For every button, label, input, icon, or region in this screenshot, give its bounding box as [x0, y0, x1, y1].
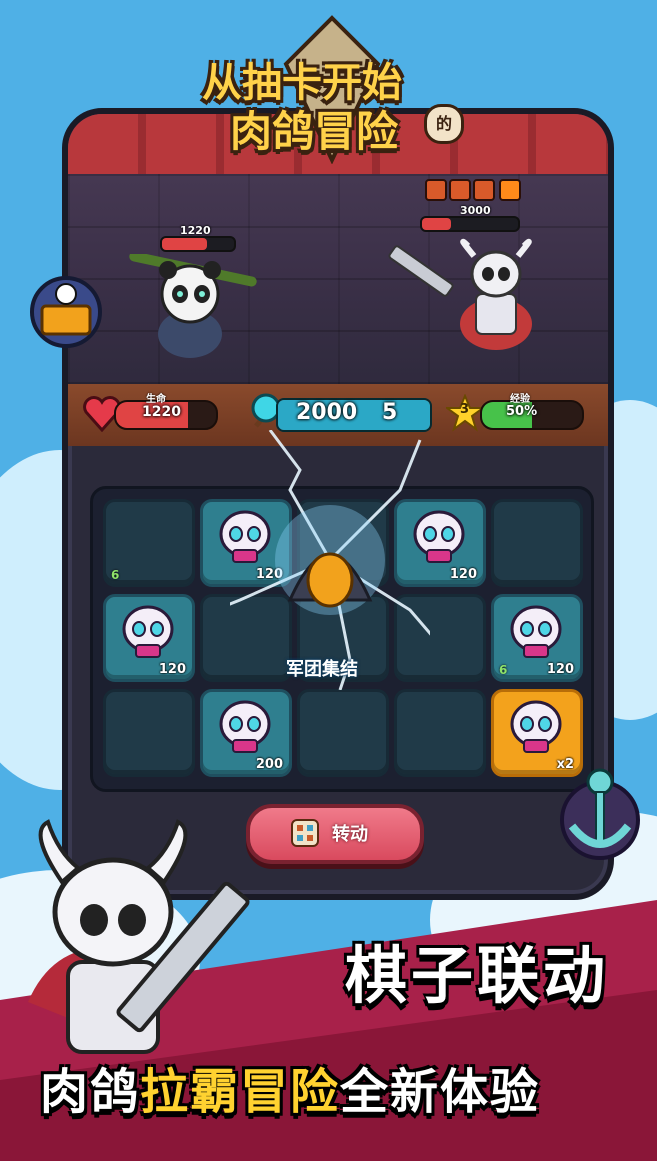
cell-value: 120: [158, 662, 186, 677]
promo-sub-a: 肉鸽: [40, 1064, 141, 1120]
hp-caption: 生命: [146, 394, 166, 405]
legion-gather-effect: [230, 430, 430, 690]
game-screen: 1220 3000 生命 1220 2000 5 3 经验 50% 6 120 …: [0, 0, 657, 1161]
slot-cell[interactable]: [394, 689, 486, 777]
level-value: 3: [460, 402, 470, 417]
promo-sub-c: 全新体验: [340, 1064, 541, 1120]
currency-value: 2000: [296, 400, 358, 425]
exp-caption: 经验: [510, 394, 530, 405]
promo-headline: 棋子联动: [344, 939, 609, 1012]
slot-cell[interactable]: 200: [200, 689, 292, 777]
promo-sub-b: 拉霸冒险: [140, 1064, 341, 1120]
treasure-chest-icon[interactable]: [24, 270, 108, 354]
slot-cell[interactable]: x2: [491, 689, 583, 777]
slot-cell[interactable]: 120 6: [491, 594, 583, 682]
anchor-icon[interactable]: [552, 766, 648, 866]
hp-value: 1220: [142, 404, 181, 420]
enemy-hp-bar: [420, 216, 520, 232]
spin-button-label: 转动: [332, 824, 368, 845]
slot-cell[interactable]: [297, 689, 389, 777]
skeleton-enemy: [388, 238, 532, 350]
panda-hero: [129, 254, 257, 358]
skull-icon: [122, 605, 174, 658]
exp-value: 50%: [506, 404, 538, 419]
promo-subline: 肉鸽拉霸冒险全新体验: [40, 1052, 540, 1122]
player-hp-bar: [160, 236, 236, 252]
logo-line-2: 肉鸽冒险: [230, 107, 399, 156]
slot-cell[interactable]: 6: [103, 499, 195, 587]
legion-gather-label: 军团集结: [286, 659, 358, 680]
slot-cell[interactable]: 120: [103, 594, 195, 682]
cell-left-value: 6: [499, 663, 508, 677]
skeleton-mascot: [28, 819, 250, 1054]
cell-left-value: 6: [111, 568, 120, 582]
game-logo: 从抽卡开始 肉鸽冒险 的: [196, 14, 468, 164]
skull-icon: [219, 700, 271, 753]
skull-icon: [510, 700, 562, 753]
cell-value: 120: [449, 567, 477, 582]
enemy-buff-icons: [425, 179, 521, 201]
slot-cell[interactable]: [103, 689, 195, 777]
logo-suffix: 的: [424, 104, 464, 144]
cell-value: 200: [255, 757, 283, 772]
currency-overlay: 5: [382, 400, 398, 425]
skull-icon: [510, 605, 562, 658]
dice-icon: [291, 819, 319, 847]
slot-cell[interactable]: [491, 499, 583, 587]
cell-value: 120: [546, 662, 574, 677]
